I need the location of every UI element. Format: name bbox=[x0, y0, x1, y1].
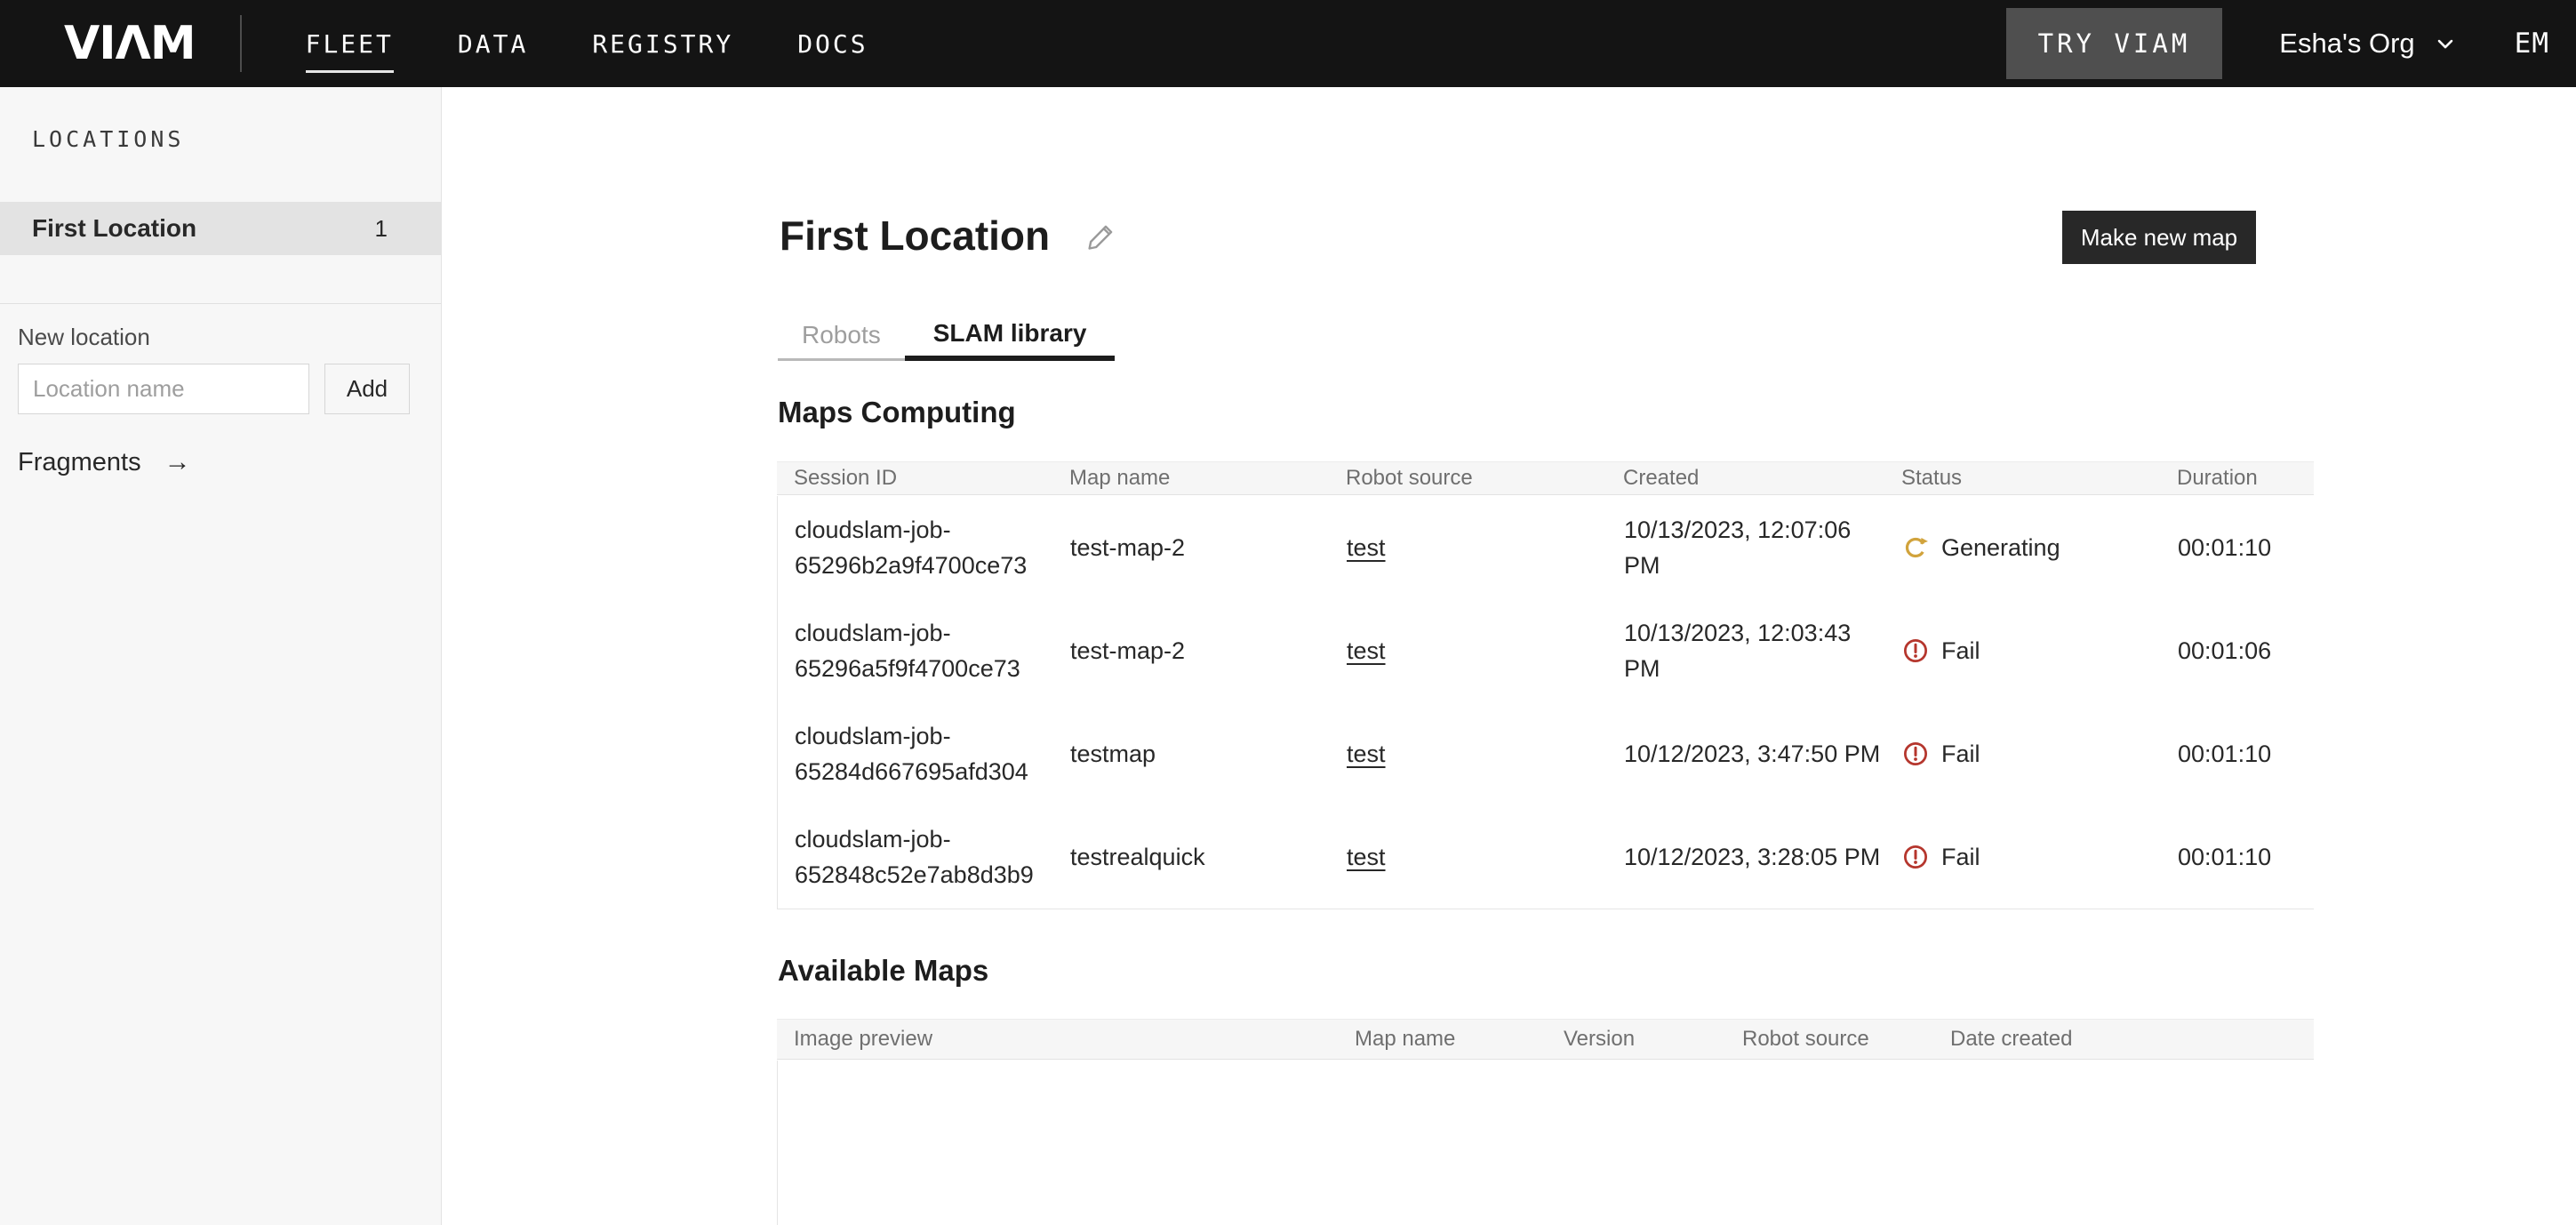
col-status: Status bbox=[1884, 466, 2160, 491]
status-label: Generating bbox=[1941, 534, 2060, 562]
created-cell: 10/12/2023, 3:28:05 PM bbox=[1607, 839, 1885, 875]
robot-source-link[interactable]: test bbox=[1347, 534, 1386, 561]
sidebar-item-first-location[interactable]: First Location 1 bbox=[0, 202, 441, 255]
status-badge: Fail bbox=[1885, 637, 2161, 665]
main-area: First Location Make new map Robots SLAM … bbox=[442, 87, 2576, 1225]
org-name: Esha's Org bbox=[2279, 28, 2414, 60]
table-row: cloudslam-job-65284d667695afd304 testmap… bbox=[778, 702, 2314, 805]
session-id-cell: cloudslam-job-652848c52e7ab8d3b9 bbox=[778, 821, 1053, 893]
viam-logo[interactable]: VIΛM bbox=[64, 17, 196, 70]
available-maps-header-row: Image preview Map name Version Robot sou… bbox=[777, 1019, 2314, 1060]
fail-icon bbox=[1902, 741, 1929, 767]
status-label: Fail bbox=[1941, 844, 1980, 871]
col-robot-source: Robot source bbox=[1329, 466, 1606, 491]
table-row: cloudslam-job-65296a5f9f4700ce73 test-ma… bbox=[778, 599, 2314, 702]
location-robot-count: 1 bbox=[375, 215, 388, 243]
tabs: Robots SLAM library bbox=[778, 311, 1115, 361]
status-label: Fail bbox=[1941, 637, 1980, 665]
col-date-created: Date created bbox=[1933, 1027, 2314, 1052]
add-location-button[interactable]: Add bbox=[324, 364, 410, 414]
maps-computing-header-row: Session ID Map name Robot source Created… bbox=[777, 461, 2314, 495]
location-name: First Location bbox=[32, 214, 196, 243]
main-content: First Location Make new map Robots SLAM … bbox=[777, 87, 2314, 1225]
chevron-down-icon bbox=[2433, 31, 2458, 56]
session-id-cell: cloudslam-job-65296a5f9f4700ce73 bbox=[778, 615, 1053, 686]
fragments-label: Fragments bbox=[18, 448, 141, 477]
page-title: First Location bbox=[780, 212, 1050, 260]
col-session-id: Session ID bbox=[777, 466, 1052, 491]
robot-source-link[interactable]: test bbox=[1347, 637, 1386, 664]
maps-computing-table-body: cloudslam-job-65296b2a9f4700ce73 test-ma… bbox=[777, 496, 2314, 909]
org-switcher[interactable]: Esha's Org bbox=[2279, 28, 2457, 60]
col-map-name: Map name bbox=[1052, 466, 1329, 491]
duration-cell: 00:01:10 bbox=[2161, 844, 2315, 871]
generating-spinner-icon bbox=[1902, 534, 1929, 561]
map-name-cell: test-map-2 bbox=[1053, 534, 1330, 562]
map-name-cell: test-map-2 bbox=[1053, 637, 1330, 665]
col-robot-source: Robot source bbox=[1725, 1027, 1933, 1052]
nav-links: FLEET DATA REGISTRY DOCS bbox=[306, 29, 868, 59]
created-cell: 10/13/2023, 12:03:43 PM bbox=[1607, 615, 1885, 686]
tab-slam-library[interactable]: SLAM library bbox=[905, 311, 1116, 361]
created-cell: 10/12/2023, 3:47:50 PM bbox=[1607, 736, 1885, 772]
fail-icon bbox=[1902, 844, 1929, 870]
duration-cell: 00:01:10 bbox=[2161, 741, 2315, 768]
nav-item-fleet[interactable]: FLEET bbox=[306, 29, 394, 59]
robot-source-link[interactable]: test bbox=[1347, 741, 1386, 767]
arrow-right-icon: → bbox=[164, 447, 191, 477]
new-location-form: Add bbox=[18, 364, 410, 414]
top-nav: VIΛM FLEET DATA REGISTRY DOCS TRY VIAM E… bbox=[0, 0, 2576, 87]
try-viam-button[interactable]: TRY VIAM bbox=[2006, 8, 2223, 79]
col-version: Version bbox=[1547, 1027, 1725, 1052]
sidebar-divider bbox=[0, 303, 441, 304]
duration-cell: 00:01:06 bbox=[2161, 637, 2315, 665]
nav-right: TRY VIAM Esha's Org EM bbox=[2006, 8, 2549, 79]
robot-source-link[interactable]: test bbox=[1347, 844, 1386, 870]
location-name-input[interactable] bbox=[18, 364, 309, 414]
make-new-map-button[interactable]: Make new map bbox=[2062, 211, 2256, 264]
available-maps-title: Available Maps bbox=[778, 954, 988, 988]
nav-item-registry[interactable]: REGISTRY bbox=[592, 29, 733, 59]
available-maps-empty-body bbox=[777, 1061, 2314, 1225]
table-row: cloudslam-job-65296b2a9f4700ce73 test-ma… bbox=[778, 496, 2314, 599]
new-location-label: New location bbox=[18, 324, 150, 351]
tab-robots[interactable]: Robots bbox=[778, 311, 905, 361]
locations-heading: LOCATIONS bbox=[32, 126, 184, 152]
map-name-cell: testrealquick bbox=[1053, 844, 1330, 871]
nav-divider bbox=[240, 15, 242, 72]
col-created: Created bbox=[1606, 466, 1884, 491]
col-image-preview: Image preview bbox=[777, 1027, 1338, 1052]
maps-computing-title: Maps Computing bbox=[778, 396, 1016, 429]
pencil-icon bbox=[1085, 220, 1117, 252]
table-row: cloudslam-job-652848c52e7ab8d3b9 testrea… bbox=[778, 805, 2314, 909]
duration-cell: 00:01:10 bbox=[2161, 534, 2315, 562]
map-name-cell: testmap bbox=[1053, 741, 1330, 768]
edit-location-name-button[interactable] bbox=[1085, 220, 1117, 257]
status-label: Fail bbox=[1941, 741, 1980, 768]
col-map-name: Map name bbox=[1338, 1027, 1547, 1052]
locations-sidebar: LOCATIONS First Location 1 New location … bbox=[0, 87, 442, 1225]
fragments-link[interactable]: Fragments → bbox=[18, 447, 191, 477]
nav-item-data[interactable]: DATA bbox=[458, 29, 528, 59]
fail-icon bbox=[1902, 637, 1929, 664]
nav-item-docs[interactable]: DOCS bbox=[797, 29, 868, 59]
col-duration: Duration bbox=[2160, 466, 2314, 491]
session-id-cell: cloudslam-job-65284d667695afd304 bbox=[778, 718, 1053, 789]
created-cell: 10/13/2023, 12:07:06 PM bbox=[1607, 512, 1885, 583]
status-badge: Fail bbox=[1885, 741, 2161, 768]
page-title-row: First Location bbox=[780, 212, 1117, 260]
status-badge: Generating bbox=[1885, 534, 2161, 562]
user-avatar-initials[interactable]: EM bbox=[2515, 28, 2549, 60]
session-id-cell: cloudslam-job-65296b2a9f4700ce73 bbox=[778, 512, 1053, 583]
status-badge: Fail bbox=[1885, 844, 2161, 871]
